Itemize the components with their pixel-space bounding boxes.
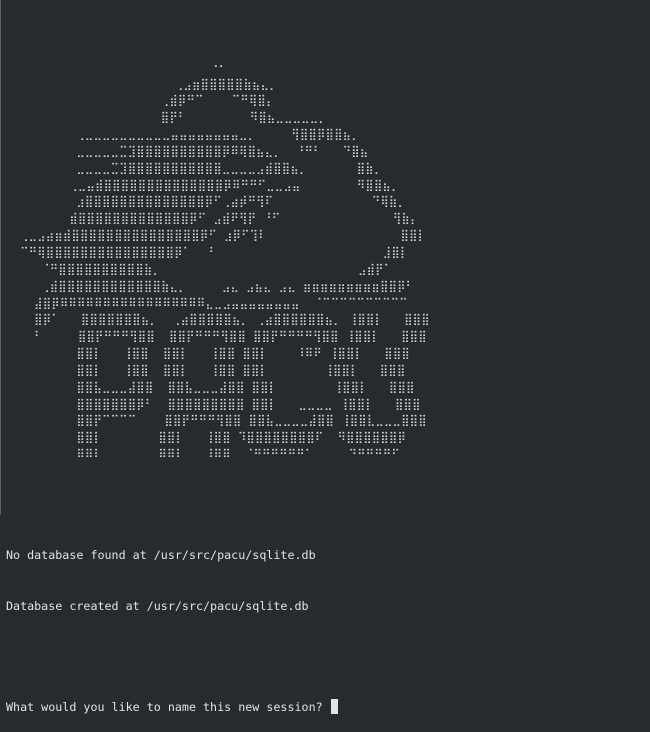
- banner-art-row: ⣀⣀⣀⣀⣉⣹⣿⣿⣿⣿⣿⣿⣿⣿⣿⣿⣿⣀⣀⣀⣀⣠⣾⣿⣿⣦⡀ ⣿⣷⡀: [6, 160, 383, 175]
- banner-art-row: ⣰⣿⣿⣿⣿⣿⣿⣿⣿⣿⣿⣿⣿⣿⣿⡿⠋⢀⣴⡾⠛⢻⠏ ⠙⢿⣷⡀: [6, 194, 407, 209]
- banner-art-row: ⢀⣾⣿⣿⣿⣿⣿⣿⣿⣿⣿⣿⣿⣿⣷⣄⡀ ⣠⣄ ⣠⣦⣄ ⣠⣄ ⣶⣶⣶⣶⣶⣶⣶⣶⣶⣿⣿⡿…: [6, 278, 415, 293]
- banner-art-row: ⠉⠛⢿⣿⣿⣿⣿⣿⣿⣿⣿⣿⣿⣿⣿⣿⣿⣿⡿⠁ ⠘ ⣸⣿⡇: [6, 244, 409, 259]
- terminal-output[interactable]: ⠐⠂ ⢀⣠⣶⣿⣿⣿⣿⣿⣷⣦⣄⡀ ⢀⣾⡿⠛⠉ ⠉⠛⢿⣿⡄ ⣿⡟⠃ ⠻⣿⣦⣀⣀⣀⣀⣀…: [6, 25, 430, 732]
- session-name-prompt: What would you like to name this new ses…: [6, 699, 330, 714]
- window-edge: [0, 0, 1, 515]
- banner-art-row: ⢀⣀⣀⣀⣀⣀⣀⣀⣀⣀⣀⣤⣤⣤⣤⣤⣤⣤⣤⣀⡀ ⢻⣿⣿⡿⣿⣿⣦⡀: [6, 127, 360, 142]
- banner-art-row: ⠐⠂: [6, 59, 228, 74]
- banner-art-row: ⣿⡿⠁ ⣿⣿⣿⣿⣿⣿⣿⣦⡀ ⢀⣴⣿⣿⣿⣿⣿⣦⡀ ⢀⣴⣿⣿⣿⣿⣿⣿⣦⡀ ⢸⣿⣿⡇ …: [6, 312, 430, 327]
- banner-art-row: ⢀⣠⣶⣿⣿⣿⣿⣿⣷⣦⣄⡀: [6, 76, 278, 91]
- banner-art-row: ⣿⣿⡟⠉⠉⠉⠉ ⣿⣿⡟⠛⠛⠛⢻⣿⣿ ⣿⣿⣧⣀⣀⣀⣀⣼⣿⣿ ⢸⣿⣿⣇⣀⣀⣀⣿⣿⣿: [6, 413, 427, 428]
- banner-art-row: ⣿⣿⡇ ⢸⣿⣿ ⣿⣿⡇ ⢸⣿⣿ ⣿⣿⡇ ⠸⠿⠟ ⢸⣿⣿⡇ ⣿⣿⣿: [6, 346, 410, 361]
- banner-art-row: ⣿⣿⡇ ⢸⣿⣿ ⣿⣿⡇ ⢸⣿⣿ ⣿⣿⡇ ⢸⣿⣿⡇ ⣿⣿⣿: [6, 362, 406, 377]
- banner-art-row: ⣿⡟⠃ ⠻⣿⣦⣀⣀⣀⣀⣀⡀: [6, 110, 327, 125]
- banner-art-row: ⣿⣿⣧⣀⣀⣀⣼⣿⣿ ⣿⣿⣧⣀⣀⣀⣼⣿⣿ ⣿⣿⡇ ⢸⣿⣿⡇ ⣿⣿⣿: [6, 379, 415, 394]
- banner-art-row: ⠃ ⣿⣿⡟⠛⠛⠛⢻⣿⣿ ⣿⣿⡟⠛⠛⠛⢻⣿⣿ ⣿⣿⡟⠛⠛⠛⠛⢻⣿⣿ ⢸⣿⣿⡇ ⣿⣿…: [6, 329, 427, 344]
- terminal-cursor: [330, 698, 338, 714]
- banner-art-row: ⠿⠿⠇ ⠿⠿⠇ ⠸⠿⠿ ⠈⠛⠛⠛⠛⠛⠛⠁ ⠙⠛⠛⠛⠛⠋: [6, 447, 400, 462]
- banner-art-row: ⢀⣀⣠⣴⣶⣾⣿⣿⣿⣿⣿⣿⣿⣿⣿⣿⣿⣿⣿⣿⣿⡿⠋ ⣰⡿⠋⢹⠇ ⣿⣿⡇: [6, 228, 427, 243]
- pacu-banner-logo: ⠐⠂ ⢀⣠⣶⣿⣿⣿⣿⣿⣷⣦⣄⡀ ⢀⣾⡿⠛⠉ ⠉⠛⢿⣿⡄ ⣿⡟⠃ ⠻⣿⣦⣀⣀⣀⣀⣀…: [6, 59, 430, 463]
- banner-art-row: ⢀⣾⡿⠛⠉ ⠉⠛⢿⣿⡄: [6, 93, 275, 108]
- banner-art-row: ⣿⣿⡇ ⣿⣿⡇ ⢸⣿⣿ ⠹⣿⣿⣿⣿⣿⣿⣿⣿⠏ ⠻⣿⣿⣿⣿⣿⣿⡿: [6, 430, 407, 445]
- banner-art-row: ⠈⠛⣿⣿⣿⣿⣿⣿⣿⣿⣿⣿⣷⡀ ⣠⣾⡟⠁: [6, 261, 393, 276]
- prompt-line[interactable]: What would you like to name this new ses…: [6, 698, 430, 716]
- banner-art-row: ⣼⣿⡿⠿⠿⠿⠿⠿⠿⠿⠿⠿⠿⠿⠿⠿⠿⠿⠿⠿⣄⣀⣠⣤⣤⣤⣤⣤⣤⣤⣤ ⠈⠉⠉⠉⠉⠉⠉⠉…: [6, 295, 408, 310]
- banner-art-row: ⣀⣀⣀⣀⣀⣉⣹⣿⣿⣿⣿⣿⣿⣿⣿⣿⣿⡿⠿⢿⣿⣦⣄⡀ ⠘⠛⠃ ⠙⣿⣦: [6, 143, 369, 158]
- banner-art-row: ⣿⣿⣿⣿⣿⣿⣿⡿⠃ ⣿⣿⣿⣿⣿⣿⣿⣿⣿ ⣿⣿⡇ ⣀⣀⣀⣀ ⢸⣿⣿⡇ ⣿⣿⣿: [6, 396, 421, 411]
- message-database-created: Database created at /usr/src/pacu/sqlite…: [6, 598, 309, 613]
- banner-art-row: ⣾⣿⣿⣿⣿⣿⣿⣿⣿⣿⣿⣿⣿⣿⡿⠋ ⣠⣾⠟⢻⡟ ⠘⠋ ⢻⣷⡄: [6, 211, 419, 226]
- message-no-database: No database found at /usr/src/pacu/sqlit…: [6, 548, 316, 563]
- banner-art-row: ⢀⣀⣤⣾⣿⣿⣿⣿⣿⣿⣿⣿⣿⣿⣿⣿⣿⣿⡿⠿⠛⠛⠋⣀⣀⣠⣤ ⠻⣿⣿⣦⡀: [6, 177, 400, 192]
